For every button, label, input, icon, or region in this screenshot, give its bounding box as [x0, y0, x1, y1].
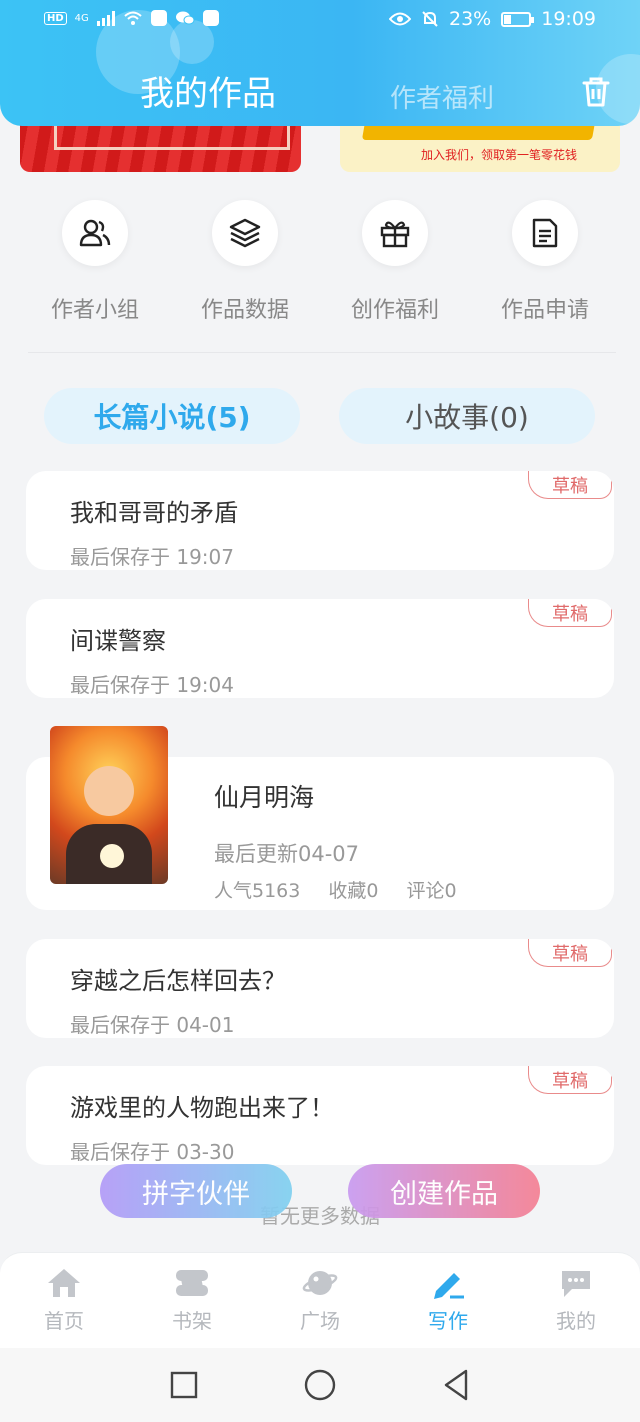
- mute-bell-icon: [422, 11, 438, 27]
- tab-label: 写作: [428, 1309, 468, 1333]
- battery-icon: [501, 11, 535, 27]
- gift-icon: [380, 221, 410, 248]
- action-work-data[interactable]: 作品数据: [170, 200, 320, 324]
- create-work-button[interactable]: 创建作品: [348, 1164, 540, 1218]
- wifi-icon: [124, 11, 142, 25]
- work-title: 游戏里的人物跑出来了！: [70, 1094, 334, 1122]
- tab-label: 书架: [172, 1309, 212, 1333]
- hd-icon: HD: [44, 11, 67, 25]
- work-title: 穿越之后怎样回去？: [70, 967, 286, 995]
- layers-icon: [229, 218, 261, 248]
- work-card[interactable]: 草稿 间谍警察 最后保存于 19:04: [26, 599, 614, 698]
- action-label: 作者小组: [50, 298, 139, 323]
- popularity-count: 人气5163: [214, 880, 301, 902]
- trash-icon[interactable]: [578, 74, 614, 110]
- draft-badge: 草稿: [528, 599, 612, 627]
- people-icon: [79, 219, 111, 247]
- work-saved-time: 最后保存于 03-30: [70, 1140, 235, 1164]
- work-card[interactable]: 草稿 穿越之后怎样回去？ 最后保存于 04-01: [26, 939, 614, 1038]
- bottom-tab-bar: 首页 书架 广场 写作 我的: [0, 1252, 640, 1348]
- work-card[interactable]: 草稿 游戏里的人物跑出来了！ 最后保存于 03-30: [26, 1066, 614, 1165]
- tab-home[interactable]: 首页: [0, 1253, 128, 1348]
- work-card[interactable]: 草稿 我和哥哥的矛盾 最后保存于 19:07: [26, 471, 614, 570]
- clock: 19:09: [541, 8, 596, 30]
- published-work-updated: 最后更新04-07: [214, 842, 360, 866]
- bookshelf-icon: [176, 1270, 208, 1296]
- home-icon: [48, 1269, 80, 1297]
- work-saved-time: 最后保存于 04-01: [70, 1013, 235, 1037]
- home-button[interactable]: [304, 1369, 336, 1401]
- published-work-title: 仙月明海: [214, 783, 315, 812]
- comments-count: 评论0: [406, 880, 457, 902]
- draft-badge: 草稿: [528, 471, 612, 499]
- pen-icon: [434, 1273, 464, 1299]
- draft-badge: 草稿: [528, 1066, 612, 1094]
- wechat-icon: [175, 11, 195, 25]
- action-creation-benefits[interactable]: 创作福利: [320, 200, 470, 324]
- recents-button[interactable]: [170, 1371, 198, 1399]
- tab-label: 我的: [556, 1309, 596, 1333]
- action-label: 作品数据: [200, 298, 289, 323]
- tab-my-works[interactable]: 我的作品: [140, 66, 276, 115]
- draft-badge: 草稿: [528, 939, 612, 967]
- signal-icon: [96, 10, 115, 26]
- segment-short-stories[interactable]: 小故事(0): [339, 388, 595, 444]
- top-header: HD 4G 23% 19:09 我的作品 作者福利: [0, 0, 640, 126]
- battery-percent: 23%: [449, 8, 492, 30]
- work-saved-time: 最后保存于 19:04: [70, 673, 234, 697]
- network-type: 4G: [74, 12, 89, 24]
- status-bar: HD 4G 23% 19:09: [0, 8, 640, 36]
- app-notification-icon: [150, 10, 167, 26]
- published-work-stats: 人气5163 收藏0 评论0: [214, 876, 457, 903]
- quick-actions: 作者小组 作品数据 创作福利 作品申请: [20, 200, 620, 324]
- music-app-icon: [202, 10, 219, 26]
- back-button[interactable]: [442, 1369, 470, 1401]
- load-more-text: 暂无更多数据: [260, 1204, 380, 1228]
- action-work-application[interactable]: 作品申请: [470, 200, 620, 324]
- action-label: 创作福利: [350, 298, 439, 323]
- book-cover-image[interactable]: [50, 726, 168, 884]
- planet-icon: [302, 1271, 338, 1295]
- divider: [28, 352, 616, 353]
- system-nav-bar: [0, 1348, 640, 1422]
- action-label: 作品申请: [500, 298, 589, 323]
- document-icon: [532, 218, 558, 248]
- segment-long-novels[interactable]: 长篇小说(5): [44, 388, 300, 444]
- tab-author-benefits[interactable]: 作者福利: [390, 78, 494, 115]
- tab-label: 广场: [300, 1309, 340, 1333]
- tab-bookshelf[interactable]: 书架: [128, 1253, 256, 1348]
- work-title: 间谍警察: [70, 627, 166, 655]
- tab-mine[interactable]: 我的: [512, 1253, 640, 1348]
- eye-icon: [389, 12, 411, 26]
- chat-bubble-icon: [562, 1271, 590, 1297]
- promo-banner-caption: 加入我们，领取第一笔零花钱: [418, 146, 581, 163]
- tab-label: 首页: [44, 1309, 84, 1333]
- partner-button[interactable]: 拼字伙伴: [100, 1164, 292, 1218]
- tab-write[interactable]: 写作: [384, 1253, 512, 1348]
- work-title: 我和哥哥的矛盾: [70, 499, 238, 527]
- tab-square[interactable]: 广场: [256, 1253, 384, 1348]
- work-saved-time: 最后保存于 19:07: [70, 545, 234, 569]
- action-author-group[interactable]: 作者小组: [20, 200, 170, 324]
- favorites-count: 收藏0: [328, 880, 379, 902]
